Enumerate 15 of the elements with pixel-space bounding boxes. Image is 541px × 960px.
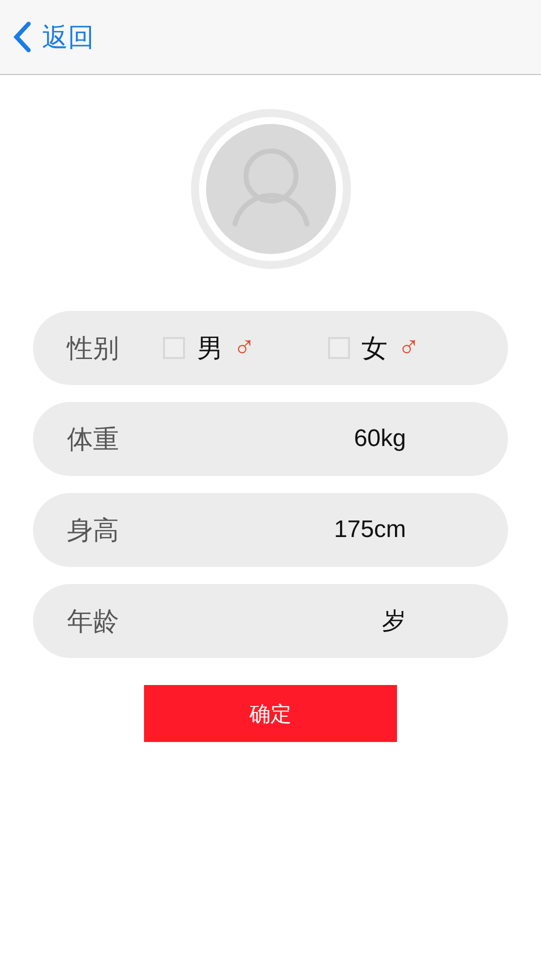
back-button[interactable]: 返回 [12,20,94,54]
option-label: 女 [362,332,388,364]
gender-symbol: ♂ [233,333,256,363]
option-label: 男 [197,332,223,364]
avatar-icon[interactable] [188,107,352,271]
back-chevron-icon [12,21,32,53]
field-value[interactable]: 175cm [334,516,406,544]
confirm-button[interactable]: 确定 [144,685,397,742]
field-label: 性别 [67,332,120,364]
gender-symbol: ♂ [398,333,420,363]
field-label: 年龄 [67,604,120,638]
field-label: 身高 [67,514,120,546]
field-value[interactable]: 60kg [354,425,406,453]
field-label: 体重 [67,422,120,456]
field-value[interactable]: 岁 [382,605,406,637]
